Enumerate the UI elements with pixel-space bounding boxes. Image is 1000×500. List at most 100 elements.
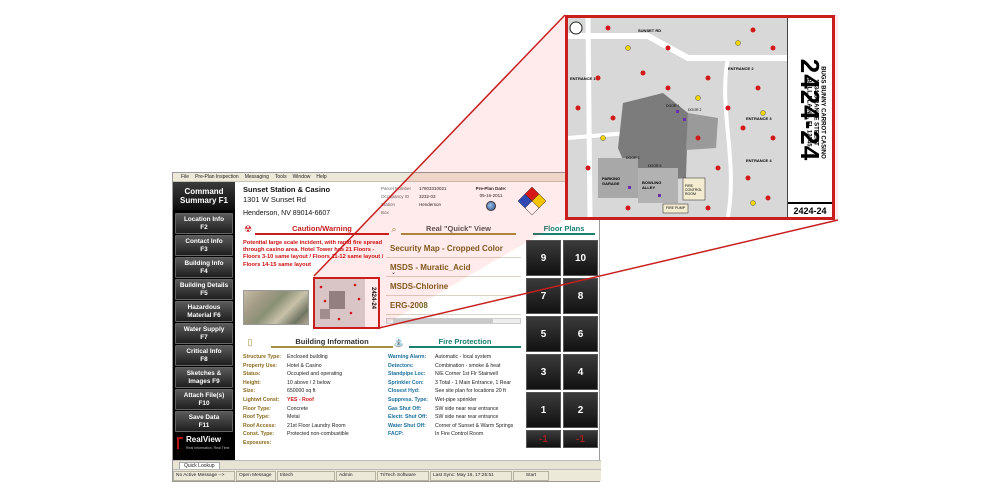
map-label: DOOR 1 (666, 104, 680, 108)
command-summary-line2: Summary F1 (179, 196, 229, 205)
floor-button[interactable]: 9 (526, 240, 561, 276)
status-bar: No Active Message --> Open Message trite… (173, 469, 601, 481)
row-label: Roof Access: (243, 422, 276, 429)
map-label: DOOR 5 (648, 164, 662, 168)
row-label: Water Shut Off: (388, 422, 426, 429)
floor-button[interactable]: 8 (563, 278, 598, 314)
row-label: Detectors: (388, 362, 414, 369)
floor-button[interactable]: 2 (563, 392, 598, 428)
floor-button[interactable]: 5 (526, 316, 561, 352)
row-value: 650000 sq ft (287, 388, 316, 395)
menu-preplan-inspection[interactable]: Pre-Plan Inspection (195, 174, 239, 180)
app-window: File Pre-Plan Inspection Messaging Tools… (172, 172, 601, 482)
map-label: ENTRANCE 3 (746, 116, 772, 121)
row-label: Suppress. Type: (388, 396, 428, 403)
status-last-sync: Last Sync: May 16, 17:25:51 (430, 470, 512, 481)
side-btn-label: Water Supply (183, 326, 225, 334)
critical-info-button[interactable]: Critical Info F8 (175, 345, 233, 366)
row-value: Combination - smoke & heat (435, 362, 501, 369)
row-value: 3 Total - 1 Main Entrance, 1 Rear (435, 379, 512, 386)
row-value: Metal (287, 414, 300, 421)
menu-help[interactable]: Help (316, 174, 326, 180)
map-label: ENTRANCE 4 (746, 158, 772, 163)
menu-tools[interactable]: Tools (275, 174, 287, 180)
row-label: Closest Hyd: (388, 388, 420, 395)
attach-files-button[interactable]: Attach File(s) F10 (175, 389, 233, 410)
building-info-button[interactable]: Building Info F4 (175, 257, 233, 278)
quick-view-item[interactable]: Security Map - Cropped Color (386, 239, 521, 258)
status-message: No Active Message --> (173, 470, 235, 481)
contact-info-button[interactable]: Contact Info F3 (175, 235, 233, 256)
menu-messaging[interactable]: Messaging (245, 174, 269, 180)
hazard-icon: ☢ (243, 224, 253, 234)
row-label: Roof Type: (243, 414, 270, 421)
side-btn-label: Save Data (188, 414, 220, 422)
scrollbar-thumb[interactable] (393, 319, 493, 323)
table-row: Electr. Shut Off: SW side near rear entra… (388, 413, 528, 422)
floor-button[interactable]: 7 (526, 278, 561, 314)
bottom-tab-bar: Quick Lookup (173, 460, 601, 470)
quick-view-item[interactable]: ERG-2008 (386, 296, 521, 315)
side-btn-label: Attach File(s) (183, 392, 225, 400)
site-map-thumbnail[interactable]: 2424-24 (313, 277, 380, 329)
floor-button[interactable]: 10 (563, 240, 598, 276)
field-label: Box (381, 210, 389, 215)
water-supply-button[interactable]: Water Supply F7 (175, 323, 233, 344)
realview-logo: RealView Real Information. Real Time. (177, 433, 233, 457)
site-map-thumbnail-graphic: 2424-24 (315, 279, 378, 327)
table-row: Sprinkler Con: 3 Total - 1 Main Entrance,… (388, 379, 528, 388)
row-value: See site plan for locations 20 ft (435, 388, 506, 395)
map-label: BOWLING ALLEY (642, 180, 662, 190)
quick-view-item[interactable]: MSDS - Muratic_Acid (386, 258, 521, 277)
side-btn-label: Location Info (183, 216, 225, 224)
quick-view-scrollbar[interactable] (386, 318, 521, 324)
floor-button[interactable]: 6 (563, 316, 598, 352)
zoomed-site-map: SUNSET RD ENTRANCE 1 ENTRANCE 2 ENTRANCE… (565, 15, 835, 220)
aerial-photo-thumbnail[interactable] (243, 290, 309, 325)
status-user-org: tritech (277, 470, 335, 481)
building-details-button[interactable]: Building Details F5 (175, 279, 233, 300)
globe-icon[interactable] (486, 201, 496, 211)
row-value: 10 above / 2 below (287, 379, 331, 386)
menu-window[interactable]: Window (293, 174, 311, 180)
hazardous-material-button[interactable]: Hazardous Material F6 (175, 301, 233, 322)
floor-button[interactable]: 4 (563, 354, 598, 390)
floor-button[interactable]: 1 (526, 392, 561, 428)
floor-plans-grid: 9 10 7 8 5 6 3 4 1 2 -1 -1 (526, 240, 598, 448)
floor-button[interactable]: 3 (526, 354, 561, 390)
side-btn-key: F4 (200, 267, 208, 275)
map-label: DOOR 3 (626, 156, 640, 160)
location-info-button[interactable]: Location Info F2 (175, 213, 233, 234)
svg-text:2424-24: 2424-24 (370, 287, 376, 310)
table-row: Size: 650000 sq ft (243, 387, 388, 396)
table-row: Const. Type: Protected non-combustible (243, 430, 388, 439)
row-label: Exposures: (243, 439, 272, 446)
header-field-row: Box (381, 209, 471, 217)
side-btn-key: F7 (200, 333, 208, 341)
floor-button[interactable]: -1 (526, 430, 561, 448)
command-summary-line1: Command (184, 187, 224, 196)
sketches-images-button[interactable]: Sketches & Images F9 (175, 367, 233, 388)
menu-bar: File Pre-Plan Inspection Messaging Tools… (173, 173, 599, 182)
quick-view-item[interactable]: MSDS-Chlorine (386, 277, 521, 296)
map-plan-number-small: 2424-24 (788, 202, 832, 217)
table-row: Roof Access: 21st Floor Laundry Room (243, 422, 388, 431)
row-value: Corner of Sunset & Warm Springs (435, 422, 514, 429)
menu-file[interactable]: File (181, 174, 189, 180)
map-label: SUNSET RD (638, 28, 662, 33)
floor-button[interactable]: -1 (563, 430, 598, 448)
open-message-button[interactable]: Open Message (236, 470, 276, 481)
building-information-header: Building Information (271, 337, 393, 348)
map-label: DOOR 2 (688, 108, 702, 112)
row-label: Size: (243, 388, 256, 395)
header-fields: Parcel Number 17803310021 Occupancy ID 323… (381, 185, 471, 217)
side-btn-key: F11 (198, 421, 210, 429)
row-label: Floor Type: (243, 405, 271, 412)
save-data-button[interactable]: Save Data F11 (175, 411, 233, 432)
table-row: Status: Occupied and operating (243, 370, 388, 379)
table-row: Lightwt Const: YES - Roof (243, 396, 388, 405)
building-information-table: Structure Type: Enclosed building Propert… (243, 353, 388, 448)
command-summary-button[interactable]: Command Summary F1 (173, 182, 235, 212)
side-btn-key: F8 (200, 355, 208, 363)
start-button[interactable]: Start (513, 470, 549, 481)
